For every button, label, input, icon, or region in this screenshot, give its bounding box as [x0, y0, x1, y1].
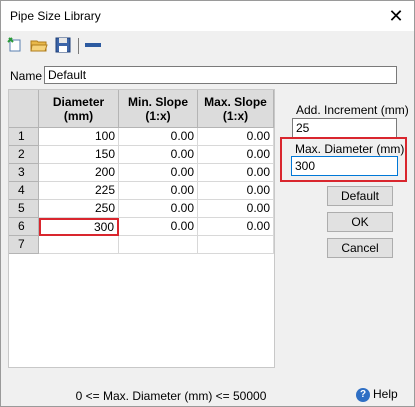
- column-header-diameter[interactable]: Diameter (mm): [39, 90, 119, 128]
- max-slope-cell[interactable]: 0.00: [198, 164, 274, 182]
- diameter-cell[interactable]: 200: [39, 164, 119, 182]
- ok-button[interactable]: OK: [327, 212, 393, 232]
- diameter-cell[interactable]: 150: [39, 146, 119, 164]
- max-diameter-input[interactable]: [291, 156, 398, 176]
- default-button[interactable]: Default: [327, 186, 393, 206]
- row-header[interactable]: 7: [9, 236, 39, 254]
- max-slope-cell[interactable]: 0.00: [198, 146, 274, 164]
- column-header-max-slope[interactable]: Max. Slope (1:x): [198, 90, 274, 128]
- max-slope-cell[interactable]: 0.00: [198, 128, 274, 146]
- cancel-button[interactable]: Cancel: [327, 238, 393, 258]
- max-diameter-label: Max. Diameter (mm): [295, 142, 405, 156]
- min-slope-cell[interactable]: 0.00: [119, 164, 198, 182]
- max-slope-cell[interactable]: [198, 236, 274, 254]
- window-title: Pipe Size Library: [10, 9, 101, 23]
- toolbar: [1, 34, 414, 58]
- min-slope-cell[interactable]: 0.00: [119, 218, 198, 236]
- close-icon[interactable]: ✕: [384, 4, 408, 28]
- add-increment-label: Add. Increment (mm): [296, 103, 409, 117]
- pipe-size-library-dialog: Pipe Size Library ✕ Name Diameter (mm): [0, 0, 415, 407]
- toolbar-separator: [78, 38, 79, 54]
- grid-corner: [9, 90, 39, 128]
- open-folder-icon[interactable]: [30, 36, 48, 54]
- row-header[interactable]: 3: [9, 164, 39, 182]
- new-icon[interactable]: [6, 36, 24, 54]
- min-slope-cell[interactable]: 0.00: [119, 200, 198, 218]
- diameter-cell[interactable]: 225: [39, 182, 119, 200]
- row-header[interactable]: 2: [9, 146, 39, 164]
- status-text: 0 <= Max. Diameter (mm) <= 50000: [75, 389, 267, 403]
- help-link[interactable]: ? Help: [356, 387, 398, 402]
- help-icon: ?: [356, 387, 370, 402]
- row-header[interactable]: 6: [9, 218, 39, 236]
- row-header[interactable]: 1: [9, 128, 39, 146]
- min-slope-cell[interactable]: 0.00: [119, 146, 198, 164]
- diameter-cell[interactable]: 250: [39, 200, 119, 218]
- title-bar: Pipe Size Library ✕: [1, 1, 414, 31]
- min-slope-cell[interactable]: 0.00: [119, 128, 198, 146]
- min-slope-cell[interactable]: 0.00: [119, 182, 198, 200]
- name-label: Name: [10, 69, 43, 83]
- max-slope-cell[interactable]: 0.00: [198, 182, 274, 200]
- max-slope-cell[interactable]: 0.00: [198, 218, 274, 236]
- add-increment-input[interactable]: [292, 118, 397, 138]
- row-header[interactable]: 5: [9, 200, 39, 218]
- diameter-cell[interactable]: 100: [39, 128, 119, 146]
- save-icon[interactable]: [54, 36, 72, 54]
- name-input[interactable]: [44, 66, 397, 84]
- help-label: Help: [373, 387, 398, 401]
- remove-row-icon[interactable]: [84, 36, 102, 54]
- row-header[interactable]: 4: [9, 182, 39, 200]
- column-header-min-slope[interactable]: Min. Slope (1:x): [119, 90, 198, 128]
- diameter-cell[interactable]: [39, 236, 119, 254]
- min-slope-cell[interactable]: [119, 236, 198, 254]
- max-slope-cell[interactable]: 0.00: [198, 200, 274, 218]
- pipe-size-grid: Diameter (mm) Min. Slope (1:x) Max. Slop…: [8, 89, 275, 368]
- diameter-cell-selected[interactable]: 300: [39, 218, 119, 236]
